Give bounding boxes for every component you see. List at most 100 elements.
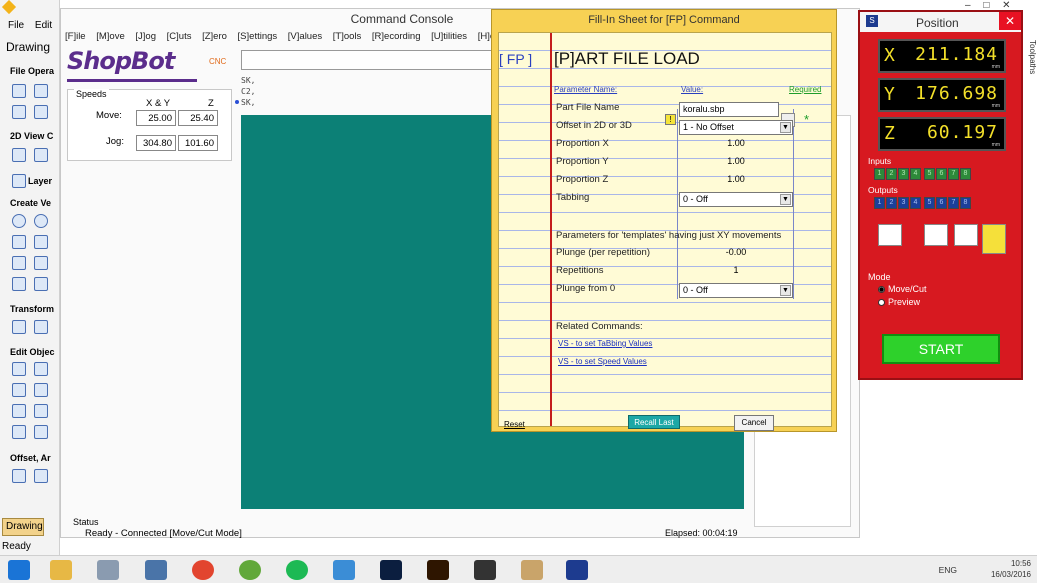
weld-icon[interactable] bbox=[34, 383, 48, 397]
chevron-down-icon[interactable]: ▼ bbox=[780, 122, 791, 133]
vcarve-icon[interactable] bbox=[474, 560, 496, 580]
menu-file[interactable]: File bbox=[8, 20, 24, 31]
offset-dropdown[interactable]: 1 - No Offset ▼ bbox=[679, 120, 793, 135]
output-5[interactable]: 5 bbox=[924, 197, 935, 209]
prop-z-input[interactable]: 1.00 bbox=[679, 172, 793, 188]
photoshop-icon[interactable] bbox=[380, 560, 402, 580]
jog-xy-speed[interactable]: 304.80 bbox=[136, 135, 176, 151]
zero-tool-icon[interactable] bbox=[878, 224, 902, 246]
output-4[interactable]: 4 bbox=[910, 197, 921, 209]
illustrator-icon[interactable] bbox=[427, 560, 449, 580]
output-2[interactable]: 2 bbox=[886, 197, 897, 209]
chevron-down-icon[interactable]: ▼ bbox=[780, 194, 791, 205]
plunge-input[interactable]: -0.00 bbox=[679, 245, 793, 261]
zoom-icon[interactable] bbox=[34, 148, 48, 162]
console-menu-move[interactable]: [M]ove bbox=[96, 31, 125, 42]
scale-icon[interactable] bbox=[34, 320, 48, 334]
related-link-tabbing[interactable]: VS - to set TaBbing Values bbox=[558, 339, 652, 348]
trim-icon[interactable] bbox=[12, 404, 26, 418]
console-menu-utilities[interactable]: [U]tilities bbox=[431, 31, 467, 42]
console-menu-values[interactable]: [V]alues bbox=[288, 31, 322, 42]
array-icon[interactable] bbox=[34, 469, 48, 483]
output-7[interactable]: 7 bbox=[948, 197, 959, 209]
utorrent-icon[interactable] bbox=[239, 560, 261, 580]
output-1[interactable]: 1 bbox=[874, 197, 885, 209]
app-icon[interactable] bbox=[145, 560, 167, 580]
offset-icon[interactable] bbox=[12, 469, 26, 483]
measure-icon[interactable] bbox=[34, 277, 48, 291]
repetitions-input[interactable]: 1 bbox=[679, 263, 793, 279]
select-icon[interactable] bbox=[12, 362, 26, 376]
maximize-icon[interactable]: □ bbox=[983, 0, 989, 11]
zero-xy-icon[interactable] bbox=[924, 224, 948, 246]
ellipse-icon[interactable] bbox=[34, 214, 48, 228]
move-z-speed[interactable]: 25.40 bbox=[178, 110, 218, 126]
join-icon[interactable] bbox=[12, 425, 26, 439]
circle-icon[interactable] bbox=[12, 214, 26, 228]
shopbot-tools-icon[interactable] bbox=[521, 560, 543, 580]
open-folder-icon[interactable] bbox=[34, 84, 48, 98]
shopbot-console-icon[interactable] bbox=[566, 560, 588, 580]
console-menu-tools[interactable]: [T]ools bbox=[333, 31, 362, 42]
polyline-icon[interactable] bbox=[12, 235, 26, 249]
related-link-speed[interactable]: VS - to set Speed Values bbox=[558, 357, 647, 366]
console-menu-jog[interactable]: [J]og bbox=[135, 31, 156, 42]
start-button[interactable]: START bbox=[882, 334, 1000, 364]
spotify-icon[interactable] bbox=[286, 560, 308, 580]
file-explorer-icon[interactable] bbox=[50, 560, 72, 580]
app-icon[interactable] bbox=[97, 560, 119, 580]
tabbing-dropdown[interactable]: 0 - Off ▼ bbox=[679, 192, 793, 207]
text-icon[interactable] bbox=[12, 256, 26, 270]
part-file-input[interactable]: koralu.sbp bbox=[679, 102, 779, 117]
console-menu-cuts[interactable]: [C]uts bbox=[167, 31, 192, 42]
output-8[interactable]: 8 bbox=[960, 197, 971, 209]
output-3[interactable]: 3 bbox=[898, 197, 909, 209]
recall-last-button[interactable]: Recall Last bbox=[628, 415, 680, 429]
language-indicator[interactable]: ENG bbox=[939, 565, 957, 575]
node-edit-icon[interactable] bbox=[12, 277, 26, 291]
system-clock[interactable]: 10:56 16/03/2016 bbox=[991, 558, 1031, 580]
console-menu-zero[interactable]: [Z]ero bbox=[202, 31, 227, 42]
mode-preview-label: Preview bbox=[888, 297, 921, 307]
menu-edit[interactable]: Edit bbox=[35, 20, 52, 31]
chevron-down-icon[interactable]: ▼ bbox=[780, 285, 791, 296]
minimize-icon[interactable]: – bbox=[965, 0, 971, 11]
close-window-icon[interactable]: ✕ bbox=[1002, 0, 1010, 11]
reset-button[interactable]: Reset bbox=[504, 420, 525, 429]
keypad-icon[interactable] bbox=[982, 224, 1006, 254]
group-icon[interactable] bbox=[12, 383, 26, 397]
arc-icon[interactable] bbox=[34, 235, 48, 249]
fp-label-repetitions: Repetitions bbox=[556, 265, 604, 276]
node-select-icon[interactable] bbox=[34, 362, 48, 376]
info-icon[interactable]: ! bbox=[665, 114, 676, 125]
tab-drawing[interactable]: Drawing bbox=[6, 40, 50, 54]
mode-preview-radio[interactable]: Preview bbox=[878, 297, 920, 307]
jog-z-speed[interactable]: 101.60 bbox=[178, 135, 218, 151]
toolpaths-tab[interactable]: Toolpaths bbox=[1020, 40, 1037, 120]
windows-start-icon[interactable] bbox=[8, 560, 30, 580]
output-6[interactable]: 6 bbox=[936, 197, 947, 209]
plunge-from-dropdown[interactable]: 0 - Off ▼ bbox=[679, 283, 793, 298]
job-setup-icon[interactable] bbox=[12, 105, 26, 119]
tab-drawing-bottom[interactable]: Drawing bbox=[2, 518, 44, 536]
close-vector-icon[interactable] bbox=[34, 425, 48, 439]
cancel-button[interactable]: Cancel bbox=[734, 415, 774, 431]
prop-y-input[interactable]: 1.00 bbox=[679, 154, 793, 170]
layers-icon[interactable] bbox=[12, 174, 26, 188]
console-menu-file[interactable]: [F]ile bbox=[65, 31, 86, 42]
chrome-icon[interactable] bbox=[192, 560, 214, 580]
photos-icon[interactable] bbox=[333, 560, 355, 580]
close-icon[interactable]: ✕ bbox=[999, 12, 1021, 30]
mode-movecut-radio[interactable]: Move/Cut bbox=[878, 284, 927, 294]
new-file-icon[interactable] bbox=[12, 84, 26, 98]
text-box-icon[interactable] bbox=[34, 256, 48, 270]
mirror-icon[interactable] bbox=[34, 404, 48, 418]
zero-z-icon[interactable] bbox=[954, 224, 978, 246]
console-menu-settings[interactable]: [S]ettings bbox=[238, 31, 278, 42]
prop-x-input[interactable]: 1.00 bbox=[679, 136, 793, 152]
move-xy-speed[interactable]: 25.00 bbox=[136, 110, 176, 126]
pan-icon[interactable] bbox=[12, 148, 26, 162]
console-menu-recording[interactable]: [R]ecording bbox=[372, 31, 421, 42]
import-icon[interactable] bbox=[34, 105, 48, 119]
move-icon[interactable] bbox=[12, 320, 26, 334]
